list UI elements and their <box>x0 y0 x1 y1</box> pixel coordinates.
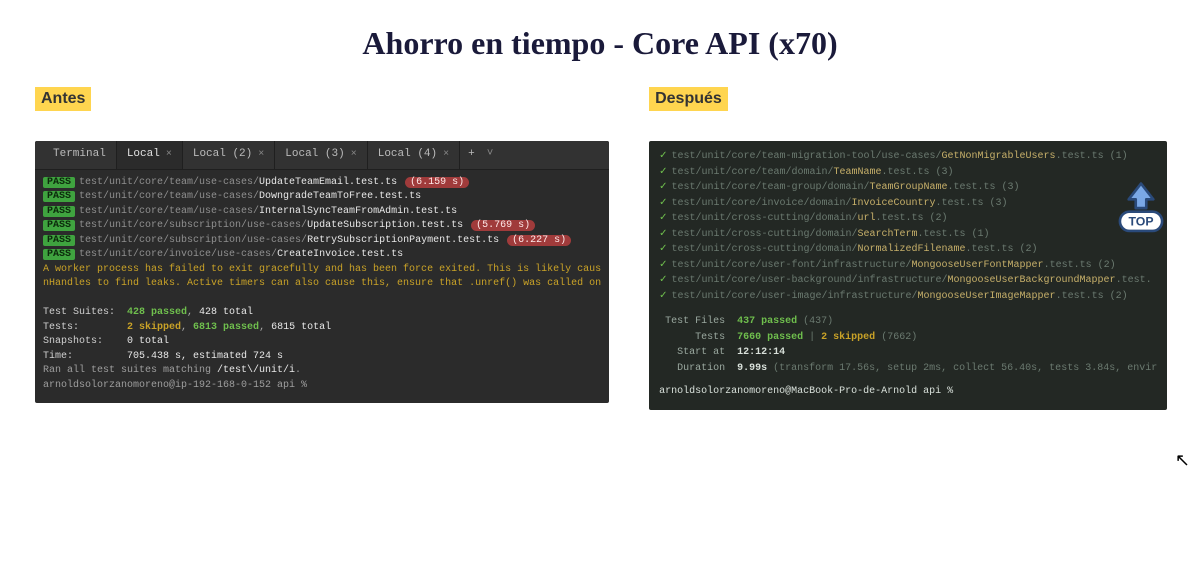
top-badge[interactable]: TOP <box>1114 180 1168 238</box>
test-line: PASStest/unit/core/invoice/use-cases/Cre… <box>43 248 601 263</box>
pass-badge: PASS <box>43 191 75 202</box>
close-icon[interactable]: × <box>166 148 172 163</box>
checkmark-icon: ✓ <box>659 182 667 193</box>
pass-badge: PASS <box>43 235 75 246</box>
test-line: PASStest/unit/core/subscription/use-case… <box>43 219 601 234</box>
checkmark-icon: ✓ <box>659 260 667 271</box>
shell-prompt[interactable]: arnoldsolorzanomoreno@ip-192-168-0-152 a… <box>43 380 307 391</box>
tab-local-4[interactable]: Local (4) × <box>368 141 460 169</box>
tab-dropdown-icon[interactable]: ˅ <box>483 147 498 163</box>
warning-line: A worker process has failed to exit grac… <box>43 263 601 278</box>
label-antes: Antes <box>35 87 91 111</box>
test-line: ✓test/unit/core/user-background/infrastr… <box>659 273 1157 289</box>
checkmark-icon: ✓ <box>659 275 667 286</box>
checkmark-icon: ✓ <box>659 198 667 209</box>
test-line: ✓test/unit/core/team-group/domain/TeamGr… <box>659 180 1157 196</box>
close-icon[interactable]: × <box>443 148 449 163</box>
cursor-icon: ↖ <box>1175 450 1190 471</box>
tab-local-2[interactable]: Local (2) × <box>183 141 275 169</box>
tab-label: Local (2) <box>193 147 252 163</box>
checkmark-icon: ✓ <box>659 167 667 178</box>
terminal-tabbar: Terminal Local × Local (2) × Local (3) ×… <box>35 141 609 170</box>
summary-snapshots: Snapshots: 0 total <box>43 335 601 350</box>
test-line: PASStest/unit/core/team/use-cases/Update… <box>43 176 601 191</box>
close-icon[interactable]: × <box>258 148 264 163</box>
tab-label: Terminal <box>53 147 106 163</box>
test-line: ✓test/unit/cross-cutting/domain/url.test… <box>659 211 1157 227</box>
test-line: ✓test/unit/core/team/domain/TeamName.tes… <box>659 165 1157 181</box>
checkmark-icon: ✓ <box>659 213 667 224</box>
content-row: Antes Terminal Local × Local (2) × Local… <box>0 87 1200 410</box>
add-tab-button[interactable]: + <box>460 147 483 163</box>
summary-files: Test Files 437 passed (437) <box>659 314 1157 330</box>
slide-title: Ahorro en tiempo - Core API (x70) <box>0 25 1200 62</box>
tab-label: Local <box>127 147 160 163</box>
pass-badge: PASS <box>43 206 75 217</box>
test-line: PASStest/unit/core/subscription/use-case… <box>43 234 601 249</box>
test-line: PASStest/unit/core/team/use-cases/Intern… <box>43 205 601 220</box>
summary-start: Start at 12:12:14 <box>659 345 1157 361</box>
column-after: Después ✓test/unit/core/team-migration-t… <box>649 87 1167 410</box>
tab-local-3[interactable]: Local (3) × <box>275 141 367 169</box>
test-line: ✓test/unit/cross-cutting/domain/SearchTe… <box>659 227 1157 243</box>
summary-time: Time: 705.438 s, estimated 724 s <box>43 350 601 365</box>
checkmark-icon: ✓ <box>659 229 667 240</box>
summary-tests: Tests: 2 skipped, 6813 passed, 6815 tota… <box>43 321 601 336</box>
checkmark-icon: ✓ <box>659 244 667 255</box>
test-line: ✓test/unit/core/user-image/infrastructur… <box>659 289 1157 305</box>
top-badge-text: TOP <box>1128 215 1153 229</box>
pass-badge: PASS <box>43 177 75 188</box>
ran-line: Ran all test suites matching /test\/unit… <box>43 365 301 376</box>
warning-line: nHandles to find leaks. Active timers ca… <box>43 277 601 292</box>
summary-suites: Test Suites: 428 passed, 428 total <box>43 306 601 321</box>
test-line: ✓test/unit/core/user-font/infrastructure… <box>659 258 1157 274</box>
summary-duration: Duration 9.99s (transform 17.56s, setup … <box>659 361 1157 377</box>
close-icon[interactable]: × <box>351 148 357 163</box>
terminal-after: ✓test/unit/core/team-migration-tool/use-… <box>649 141 1167 410</box>
terminal-before: Terminal Local × Local (2) × Local (3) ×… <box>35 141 609 403</box>
summary-tests: Tests 7660 passed | 2 skipped (7662) <box>659 330 1157 346</box>
pass-badge: PASS <box>43 249 75 260</box>
checkmark-icon: ✓ <box>659 291 667 302</box>
test-line: ✓test/unit/cross-cutting/domain/Normaliz… <box>659 242 1157 258</box>
tab-local[interactable]: Local × <box>117 141 183 169</box>
label-despues: Después <box>649 87 728 111</box>
test-line: ✓test/unit/core/invoice/domain/InvoiceCo… <box>659 196 1157 212</box>
tab-label: Local (3) <box>285 147 344 163</box>
shell-prompt[interactable]: arnoldsolorzanomoreno@MacBook-Pro-de-Arn… <box>659 384 1157 400</box>
column-before: Antes Terminal Local × Local (2) × Local… <box>35 87 609 410</box>
checkmark-icon: ✓ <box>659 151 667 162</box>
pass-badge: PASS <box>43 220 75 231</box>
terminal-output: PASStest/unit/core/team/use-cases/Update… <box>35 170 609 404</box>
test-line: PASStest/unit/core/team/use-cases/Downgr… <box>43 190 601 205</box>
tab-terminal[interactable]: Terminal <box>43 141 117 169</box>
test-line: ✓test/unit/core/team-migration-tool/use-… <box>659 149 1157 165</box>
tab-label: Local (4) <box>378 147 437 163</box>
